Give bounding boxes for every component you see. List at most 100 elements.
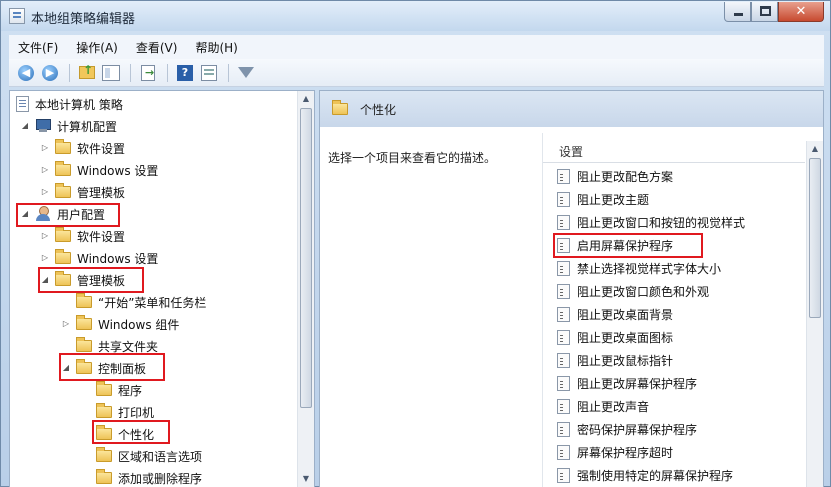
tree-item-windows-settings[interactable]: ▷ Windows 设置 [40, 159, 158, 181]
tree-item-label: Windows 组件 [98, 317, 180, 332]
setting-label: 阻止更改鼠标指针 [577, 353, 674, 368]
collapsed-arrow-icon[interactable]: ▷ [40, 143, 50, 153]
setting-row[interactable]: 强制使用特定的屏幕保护程序 [557, 464, 733, 486]
setting-row[interactable]: 阻止更改鼠标指针 [557, 349, 673, 371]
policy-setting-icon [557, 283, 570, 299]
tree-item-user-software-settings[interactable]: ▷ 软件设置 [40, 225, 125, 247]
setting-row[interactable]: 禁止选择视觉样式字体大小 [557, 257, 721, 279]
setting-row[interactable]: 阻止更改桌面图标 [557, 326, 673, 348]
folder-icon [55, 183, 71, 198]
setting-label: 禁止选择视觉样式字体大小 [577, 261, 722, 276]
setting-row[interactable]: 屏幕保护程序超时 [557, 441, 673, 463]
tree-item-local-computer-policy[interactable]: 本地计算机 策略 [16, 93, 123, 115]
help-button[interactable]: ? [174, 62, 196, 84]
window-title: 本地组策略编辑器 [31, 12, 136, 27]
folder-icon [55, 161, 71, 176]
scrollbar-thumb[interactable] [809, 158, 821, 318]
settings-scrollbar[interactable]: ▲ [806, 141, 823, 487]
collapsed-arrow-icon[interactable]: ▷ [40, 231, 50, 241]
setting-label: 强制使用特定的屏幕保护程序 [577, 468, 734, 483]
tree-scrollbar[interactable]: ▲ ▼ [297, 91, 314, 487]
tree-item-start-menu-taskbar[interactable]: “开始”菜单和任务栏 [76, 291, 206, 313]
computer-icon [35, 119, 51, 133]
folder-icon [96, 447, 112, 462]
highlight-box-user-config [16, 203, 120, 227]
setting-label: 阻止更改主题 [577, 192, 650, 207]
scroll-up-arrow-icon[interactable]: ▲ [298, 91, 314, 107]
settings-column-header[interactable]: 设置 [543, 141, 805, 163]
collapsed-arrow-icon[interactable]: ▷ [40, 165, 50, 175]
policy-setting-icon [557, 168, 570, 184]
folder-up-icon [79, 63, 95, 79]
export-list-button[interactable] [137, 62, 159, 84]
collapsed-arrow-icon[interactable]: ▷ [40, 187, 50, 197]
properties-button[interactable] [198, 62, 220, 84]
tree-item-software-settings[interactable]: ▷ 软件设置 [40, 137, 125, 159]
settings-list: 设置 阻止更改配色方案 阻止更改主题 阻止更改窗口和按钮的视觉样式 启用屏幕保护… [542, 133, 823, 487]
tree-item-user-windows-settings[interactable]: ▷ Windows 设置 [40, 247, 158, 269]
tree-item-label: 计算机配置 [57, 119, 118, 134]
filter-button[interactable] [235, 62, 257, 84]
tree-item-admin-templates[interactable]: ▷ 管理模板 [40, 181, 125, 203]
minimize-button[interactable] [724, 2, 751, 22]
export-icon [141, 64, 155, 81]
back-button[interactable]: ◀ [15, 62, 37, 84]
help-icon: ? [177, 64, 193, 81]
setting-row[interactable]: 阻止更改桌面背景 [557, 303, 673, 325]
setting-label: 阻止更改桌面图标 [577, 330, 674, 345]
scroll-up-arrow-icon[interactable]: ▲ [807, 141, 823, 157]
setting-row[interactable]: 阻止更改窗口和按钮的视觉样式 [557, 211, 745, 233]
menu-view[interactable]: 查看(V) [127, 39, 187, 56]
setting-label: 阻止更改窗口和按钮的视觉样式 [577, 215, 746, 230]
policy-setting-icon [557, 214, 570, 230]
setting-row[interactable]: 阻止更改窗口颜色和外观 [557, 280, 709, 302]
toolbar-separator [130, 63, 131, 82]
minimize-icon [734, 13, 743, 16]
setting-label: 密码保护屏幕保护程序 [577, 422, 698, 437]
setting-row[interactable]: 密码保护屏幕保护程序 [557, 418, 697, 440]
filter-icon [238, 67, 254, 78]
tree-item-label: 软件设置 [77, 141, 126, 156]
show-hide-console-tree-button[interactable] [100, 62, 122, 84]
folder-icon [55, 249, 71, 264]
folder-icon [55, 227, 71, 242]
setting-row[interactable]: 阻止更改屏幕保护程序 [557, 372, 697, 394]
menu-action[interactable]: 操作(A) [67, 39, 127, 56]
app-icon [9, 8, 25, 24]
console-tree-icon [102, 64, 120, 81]
details-header: 个性化 [320, 91, 823, 127]
toolbar: ◀ ▶ ? [9, 59, 824, 87]
collapsed-arrow-icon[interactable]: ▷ [61, 319, 71, 329]
expanded-arrow-icon[interactable]: ◢ [20, 121, 30, 131]
toolbar-separator [69, 63, 70, 82]
console-tree-pane: 本地计算机 策略 ◢ 计算机配置 ▷ 软件设置 ▷ Windows 设置 ▷ 管… [9, 90, 315, 487]
back-arrow-icon: ◀ [18, 64, 34, 81]
maximize-button[interactable] [751, 2, 778, 22]
up-one-level-button[interactable] [76, 62, 98, 84]
scrollbar-thumb[interactable] [300, 108, 312, 408]
tree-item-windows-components[interactable]: ▷ Windows 组件 [61, 313, 179, 335]
tree-item-programs[interactable]: 程序 [96, 379, 142, 401]
folder-icon [96, 403, 112, 418]
policy-setting-icon [557, 260, 570, 276]
close-button[interactable]: ✕ [778, 2, 824, 22]
collapsed-arrow-icon[interactable]: ▷ [40, 253, 50, 263]
tree-item-label: 添加或删除程序 [118, 471, 203, 486]
policy-setting-icon [557, 352, 570, 368]
tree-item-computer-config[interactable]: ◢ 计算机配置 [20, 115, 117, 137]
setting-row[interactable]: 阻止更改声音 [557, 395, 649, 417]
menu-help[interactable]: 帮助(H) [186, 39, 246, 56]
policy-setting-icon [557, 444, 570, 460]
scroll-down-arrow-icon[interactable]: ▼ [298, 471, 314, 487]
menu-file[interactable]: 文件(F) [9, 39, 67, 56]
setting-row[interactable]: 阻止更改主题 [557, 188, 649, 210]
setting-row[interactable]: 阻止更改配色方案 [557, 165, 673, 187]
policy-setting-icon [557, 421, 570, 437]
forward-button[interactable]: ▶ [39, 62, 61, 84]
setting-label: 阻止更改窗口颜色和外观 [577, 284, 710, 299]
policy-setting-icon [557, 375, 570, 391]
tree-item-regional-language[interactable]: 区域和语言选项 [96, 445, 202, 467]
tree-item-label: Windows 设置 [77, 163, 159, 178]
details-pane: 个性化 选择一个项目来查看它的描述。 设置 阻止更改配色方案 阻止更改主题 阻止… [319, 90, 824, 487]
tree-item-add-remove-programs[interactable]: 添加或删除程序 [96, 467, 202, 487]
